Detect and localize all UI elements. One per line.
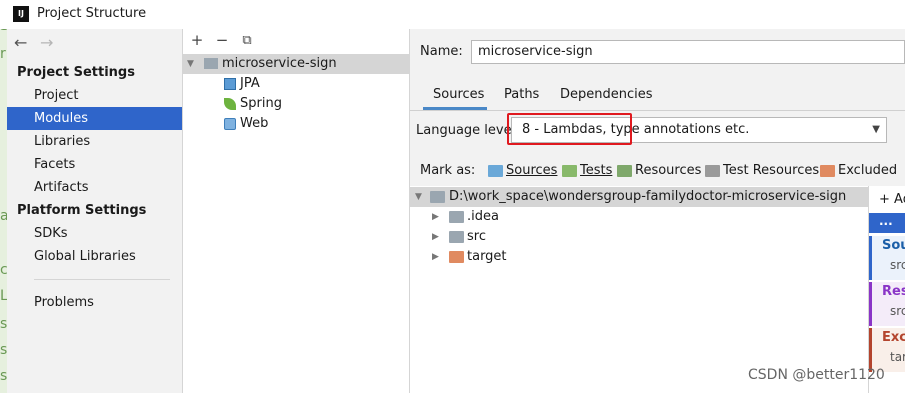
background-glyph: s bbox=[0, 316, 7, 332]
title-bar: IJ Project Structure bbox=[0, 0, 905, 29]
mark-as-label-text: Tests bbox=[580, 163, 613, 178]
add-content-root-button[interactable]: + Ad bbox=[879, 192, 905, 207]
intellij-logo-icon: IJ bbox=[13, 6, 29, 22]
folder-name: .idea bbox=[467, 209, 499, 224]
module-tree-row-spring[interactable]: Spring bbox=[183, 94, 409, 114]
mark-as-label-text: Sources bbox=[506, 163, 558, 178]
sources-folder-icon bbox=[488, 165, 503, 177]
folder-icon bbox=[430, 191, 445, 203]
tree-row-src[interactable]: ▶ src bbox=[410, 227, 868, 247]
forward-arrow-icon[interactable]: → bbox=[40, 33, 53, 52]
tab-paths[interactable]: Paths bbox=[504, 87, 539, 102]
module-tree-row-root[interactable]: ▼ microservice-sign bbox=[183, 54, 409, 74]
sidebar-item-libraries[interactable]: Libraries bbox=[7, 130, 182, 153]
source-folders-header: Sour bbox=[882, 238, 905, 253]
tab-sources[interactable]: Sources bbox=[433, 87, 484, 102]
sidebar-item-artifacts[interactable]: Artifacts bbox=[7, 176, 182, 199]
mark-as-label-text: Excluded bbox=[838, 163, 898, 178]
copy-module-button[interactable]: ⧉ bbox=[238, 33, 256, 48]
window-title: Project Structure bbox=[37, 6, 147, 21]
background-glyph: r bbox=[0, 46, 6, 62]
remove-module-button[interactable]: − bbox=[213, 31, 231, 49]
facet-label: JPA bbox=[240, 76, 260, 91]
settings-sidebar: ← → Project Settings Project Modules Lib… bbox=[7, 29, 183, 393]
sidebar-item-problems[interactable]: Problems bbox=[7, 291, 182, 314]
test-resources-folder-icon bbox=[705, 165, 720, 177]
csdn-watermark: CSDN @better1120 bbox=[748, 367, 885, 383]
facet-label: Spring bbox=[240, 96, 282, 111]
excluded-folder-icon bbox=[820, 165, 835, 177]
sidebar-item-project[interactable]: Project bbox=[7, 84, 182, 107]
excluded-folders-block: Exclu targ bbox=[869, 328, 905, 372]
folder-name: src bbox=[467, 229, 486, 244]
tree-row-idea[interactable]: ▶ .idea bbox=[410, 207, 868, 227]
modules-panel: + − ⧉ ▼ microservice-sign JPA Spring Web bbox=[183, 29, 410, 393]
mark-as-label: Mark as: bbox=[420, 163, 476, 178]
collapse-arrow-icon[interactable]: ▶ bbox=[432, 247, 439, 267]
content-root-row[interactable]: ▼ D:\work_space\wondersgroup-familydocto… bbox=[410, 187, 868, 207]
web-globe-icon bbox=[224, 118, 236, 130]
tree-row-target[interactable]: ▶ target bbox=[410, 247, 868, 267]
language-level-label: Language level: bbox=[416, 123, 520, 138]
source-folder-path: src\ bbox=[890, 258, 905, 272]
module-name-input[interactable]: microservice-sign bbox=[471, 40, 905, 64]
background-glyph: c bbox=[0, 262, 7, 278]
sidebar-divider bbox=[34, 279, 170, 280]
content-root-options-button[interactable]: ... bbox=[869, 213, 905, 233]
excluded-folder-path: targ bbox=[890, 350, 905, 364]
mark-as-label-text: Resources bbox=[635, 163, 702, 178]
background-glyph: L bbox=[0, 288, 7, 304]
highlight-annotation-box bbox=[507, 113, 632, 145]
jpa-icon bbox=[224, 78, 236, 90]
collapse-arrow-icon[interactable]: ▶ bbox=[432, 207, 439, 227]
module-folder-icon bbox=[204, 58, 218, 69]
sidebar-item-sdks[interactable]: SDKs bbox=[7, 222, 182, 245]
resource-folder-path: src\ bbox=[890, 304, 905, 318]
module-tree-row-web[interactable]: Web bbox=[183, 114, 409, 134]
sidebar-item-facets[interactable]: Facets bbox=[7, 153, 182, 176]
folder-icon bbox=[449, 211, 464, 223]
resources-folder-icon bbox=[617, 165, 632, 177]
content-root-summary-panel: + Ad ... Sour src\ Reso src\ Exclu targ bbox=[868, 186, 905, 393]
tab-dependencies[interactable]: Dependencies bbox=[560, 87, 653, 102]
facet-label: Web bbox=[240, 116, 269, 131]
module-name: microservice-sign bbox=[222, 56, 337, 71]
spring-leaf-icon bbox=[224, 98, 236, 110]
platform-settings-header: Platform Settings bbox=[17, 203, 147, 218]
back-arrow-icon[interactable]: ← bbox=[14, 33, 27, 52]
module-detail-panel: Name: microservice-sign Sources Paths De… bbox=[410, 29, 905, 393]
name-label: Name: bbox=[420, 44, 463, 59]
expand-arrow-icon[interactable]: ▼ bbox=[415, 187, 422, 207]
excluded-folders-header: Exclu bbox=[882, 330, 905, 345]
content-root-path: D:\work_space\wondersgroup-familydoctor-… bbox=[449, 189, 847, 204]
sidebar-item-global-libraries[interactable]: Global Libraries bbox=[7, 245, 182, 268]
background-window-edge: e S r a c L s s s bbox=[0, 0, 7, 393]
tabs-divider bbox=[410, 110, 905, 111]
content-root-tree: ▼ D:\work_space\wondersgroup-familydocto… bbox=[410, 186, 868, 393]
sidebar-item-modules[interactable]: Modules bbox=[7, 107, 182, 130]
module-tree-row-jpa[interactable]: JPA bbox=[183, 74, 409, 94]
resource-folders-block: Reso src\ bbox=[869, 282, 905, 326]
add-module-button[interactable]: + bbox=[188, 31, 206, 49]
background-glyph: s bbox=[0, 342, 7, 358]
resource-folders-header: Reso bbox=[882, 284, 905, 299]
folder-icon bbox=[449, 231, 464, 243]
expand-arrow-icon[interactable]: ▼ bbox=[187, 54, 194, 74]
collapse-arrow-icon[interactable]: ▶ bbox=[432, 227, 439, 247]
background-glyph: a bbox=[0, 208, 7, 224]
project-settings-header: Project Settings bbox=[17, 65, 135, 80]
tests-folder-icon bbox=[562, 165, 577, 177]
background-glyph: s bbox=[0, 368, 7, 384]
dropdown-arrow-icon[interactable]: ▼ bbox=[872, 118, 880, 142]
mark-as-label-text: Test Resources bbox=[723, 163, 820, 178]
source-folders-block: Sour src\ bbox=[869, 236, 905, 280]
folder-name: target bbox=[467, 249, 507, 264]
excluded-folder-icon bbox=[449, 251, 464, 263]
